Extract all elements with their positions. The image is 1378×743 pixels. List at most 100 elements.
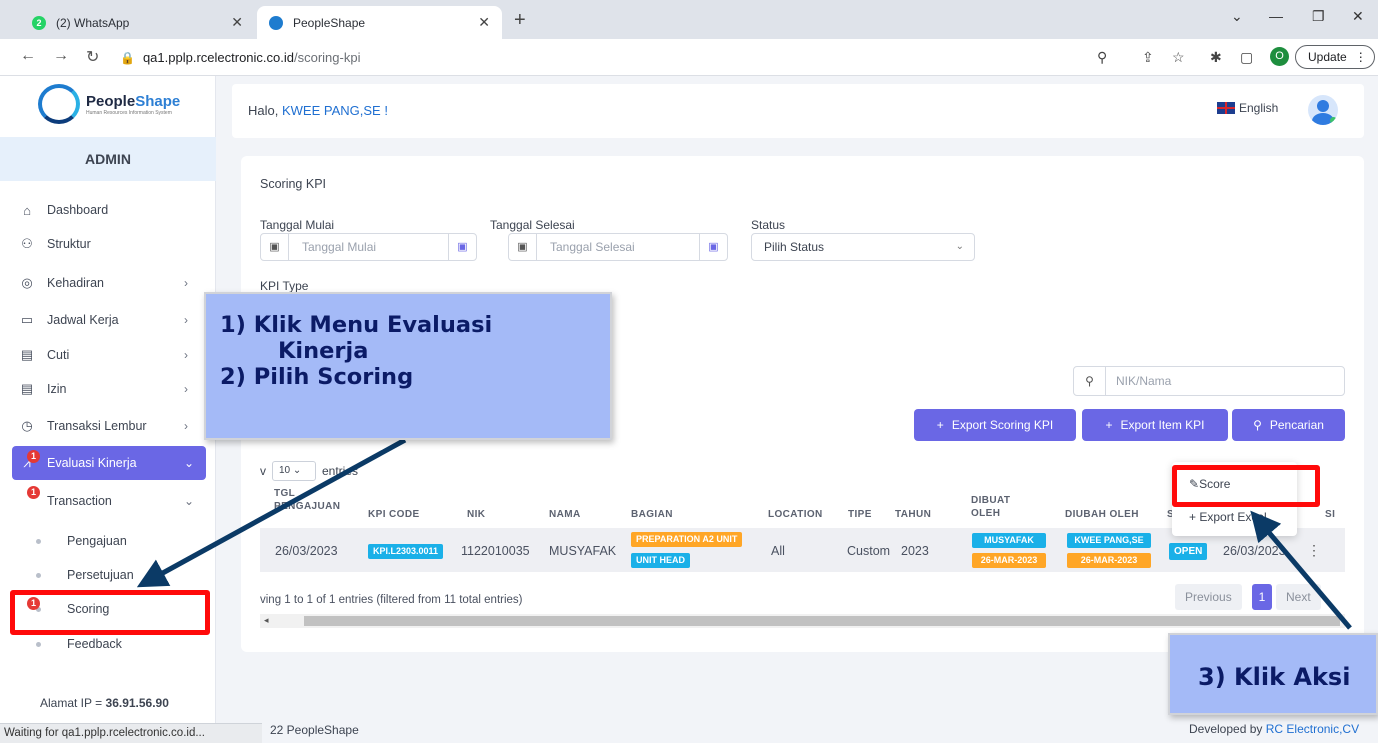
sidebar-item-struktur[interactable]: ⚇ Struktur: [0, 227, 216, 261]
column-header-dibuat-oleh[interactable]: DIBUAT OLEH: [971, 494, 1010, 520]
update-button[interactable]: Update ⋮: [1295, 45, 1375, 69]
tab-whatsapp[interactable]: 2 (2) WhatsApp ✕: [20, 6, 255, 39]
column-header-nama[interactable]: NAMA: [549, 508, 581, 521]
share-icon[interactable]: ⇪: [1142, 49, 1154, 66]
bookmark-star-icon[interactable]: ☆: [1172, 49, 1185, 66]
start-date-label: Tanggal Mulai: [260, 218, 335, 232]
column-header-aksi[interactable]: SI: [1325, 508, 1335, 521]
ip-value: 36.91.56.90: [105, 696, 169, 710]
uk-flag-icon: [1217, 102, 1235, 114]
calendar-icon: ▤: [20, 347, 34, 362]
pagination-page-1[interactable]: 1: [1252, 584, 1272, 610]
close-icon[interactable]: ✕: [478, 14, 490, 31]
calendar-icon: ▣: [509, 234, 537, 260]
column-header-diubah-oleh[interactable]: DIUBAH OLEH: [1065, 508, 1139, 521]
sidebar-item-cuti[interactable]: ▤ Cuti ›: [0, 338, 216, 372]
pagination-next[interactable]: Next: [1276, 584, 1321, 610]
url-host: qa1.pplp.rcelectronic.co.id: [142, 50, 294, 65]
end-date-field[interactable]: ▣ Tanggal Selesai ▣: [508, 233, 728, 261]
length-value: 10: [279, 465, 291, 476]
tab-search-icon[interactable]: ⌄: [1231, 8, 1243, 25]
extensions-icon[interactable]: ✱: [1210, 49, 1222, 66]
submenu-pengajuan[interactable]: Pengajuan: [36, 526, 127, 556]
minimize-icon[interactable]: —: [1269, 8, 1283, 24]
close-icon[interactable]: ✕: [231, 14, 243, 31]
browser-tab-bar: 2 (2) WhatsApp ✕ PeopleShape ✕ + ⌄ — ❐ ✕: [0, 0, 1378, 39]
column-header-nik[interactable]: NIK: [467, 508, 485, 521]
forward-icon[interactable]: →: [53, 47, 69, 65]
page-length-select[interactable]: 10 ⌄: [272, 461, 316, 481]
developer-link[interactable]: RC Electronic,CV: [1266, 722, 1359, 736]
online-status-icon: [1330, 117, 1337, 124]
sidebar-item-label: Evaluasi Kinerja: [47, 456, 137, 470]
sidebar-item-evaluasi-kinerja[interactable]: ⩘ Evaluasi Kinerja ⌄: [12, 446, 206, 480]
avatar[interactable]: [1308, 95, 1338, 125]
row-actions-icon[interactable]: ⋮: [1307, 542, 1321, 559]
instruction-callout-steps-1-2: 1) Klik Menu Evaluasi Kinerja 2) Pilih S…: [204, 292, 612, 440]
dibuat-name-badge: MUSYAFAK: [972, 533, 1046, 548]
clock-icon: ◷: [21, 418, 33, 433]
footer-copyright: 22 PeopleShape: [270, 723, 359, 737]
whatsapp-icon: 2: [32, 15, 46, 30]
start-date-field[interactable]: ▣ Tanggal Mulai ▣: [260, 233, 477, 261]
more-icon: ⋮: [1354, 50, 1367, 64]
tab-peopleshape[interactable]: PeopleShape ✕: [257, 6, 502, 39]
pagination-previous[interactable]: Previous: [1175, 584, 1242, 610]
column-header-line: PENGAJUAN: [274, 501, 341, 512]
column-header-tgl[interactable]: TGL PENGAJUAN: [274, 487, 340, 513]
start-date-placeholder: Tanggal Mulai: [302, 240, 377, 254]
sidebar-item-jadwal-kerja[interactable]: ▭ Jadwal Kerja ›: [0, 303, 216, 337]
sidebar-item-transaksi-lembur[interactable]: ◷ Transaksi Lembur ›: [0, 409, 216, 443]
submenu-label: Persetujuan: [67, 568, 134, 582]
search-button[interactable]: ⚲ Pencarian: [1232, 409, 1345, 441]
submenu-label: Feedback: [67, 637, 122, 651]
peopleshape-favicon-icon: [269, 15, 283, 30]
column-header-tahun[interactable]: TAHUN: [895, 508, 931, 521]
sidebar-item-label: Struktur: [47, 237, 91, 251]
url-field[interactable]: 🔒 qa1.pplp.rcelectronic.co.id/scoring-kp…: [120, 44, 1170, 71]
zoom-icon[interactable]: ⚲: [1097, 49, 1107, 66]
footer-developer: Developed by RC Electronic,CV: [1189, 722, 1359, 736]
cell-nama: MUSYAFAK: [549, 544, 617, 558]
cell-tahun: 2023: [901, 544, 929, 558]
sidebar-item-kehadiran[interactable]: ◎ Kehadiran ›: [0, 266, 216, 300]
sidebar-item-label: Transaksi Lembur: [47, 419, 147, 433]
reload-icon[interactable]: ↻: [86, 47, 99, 67]
window-close-icon[interactable]: ✕: [1352, 8, 1364, 25]
callout-step-1b: Kinerja: [278, 338, 369, 364]
calendar-check-icon[interactable]: ▣: [699, 234, 727, 260]
side-panel-icon[interactable]: ▢: [1240, 49, 1253, 66]
lock-icon: 🔒: [120, 50, 135, 65]
menu-item-export-excel[interactable]: + Export Excel: [1189, 510, 1267, 524]
horizontal-scrollbar[interactable]: ◂: [260, 614, 1345, 628]
language-selector[interactable]: English: [1217, 101, 1278, 115]
logo[interactable]: PeopleShape Human Resources Information …: [38, 84, 180, 124]
new-tab-icon[interactable]: +: [514, 9, 526, 32]
column-header-kpi-code[interactable]: KPI CODE: [368, 508, 420, 521]
restore-icon[interactable]: ❐: [1312, 8, 1325, 25]
search-input[interactable]: ⚲ NIK/Nama: [1073, 366, 1345, 396]
role-label: ADMIN: [0, 137, 216, 181]
export-item-kpi-button[interactable]: + Export Item KPI: [1082, 409, 1228, 441]
chevron-right-icon: ›: [184, 313, 188, 327]
cell-nik: 1122010035: [461, 544, 530, 558]
scrollbar-thumb[interactable]: [304, 616, 1340, 626]
sidebar-item-dashboard[interactable]: ⌂ Dashboard: [0, 193, 216, 227]
sidebar-item-label: Kehadiran: [47, 276, 104, 290]
chevron-right-icon: ›: [184, 419, 188, 433]
status-select[interactable]: Pilih Status ⌄: [751, 233, 975, 261]
sidebar-item-izin[interactable]: ▤ Izin ›: [0, 372, 216, 406]
profile-avatar[interactable]: O: [1270, 47, 1289, 66]
length-suffix: entries: [322, 464, 359, 478]
column-header-bagian[interactable]: BAGIAN: [631, 508, 673, 521]
greeting-prefix: Halo,: [248, 103, 279, 118]
column-header-location[interactable]: LOCATION: [768, 508, 823, 521]
status-label: Status: [751, 218, 786, 232]
column-header-tipe[interactable]: TIPE: [848, 508, 872, 521]
back-icon[interactable]: ←: [20, 47, 36, 65]
calendar-check-icon[interactable]: ▣: [448, 234, 476, 260]
chevron-right-icon: ›: [184, 276, 188, 290]
submenu-persetujuan[interactable]: Persetujuan: [36, 560, 134, 590]
export-scoring-kpi-button[interactable]: + Export Scoring KPI: [914, 409, 1076, 441]
scroll-left-icon[interactable]: ◂: [264, 615, 269, 626]
